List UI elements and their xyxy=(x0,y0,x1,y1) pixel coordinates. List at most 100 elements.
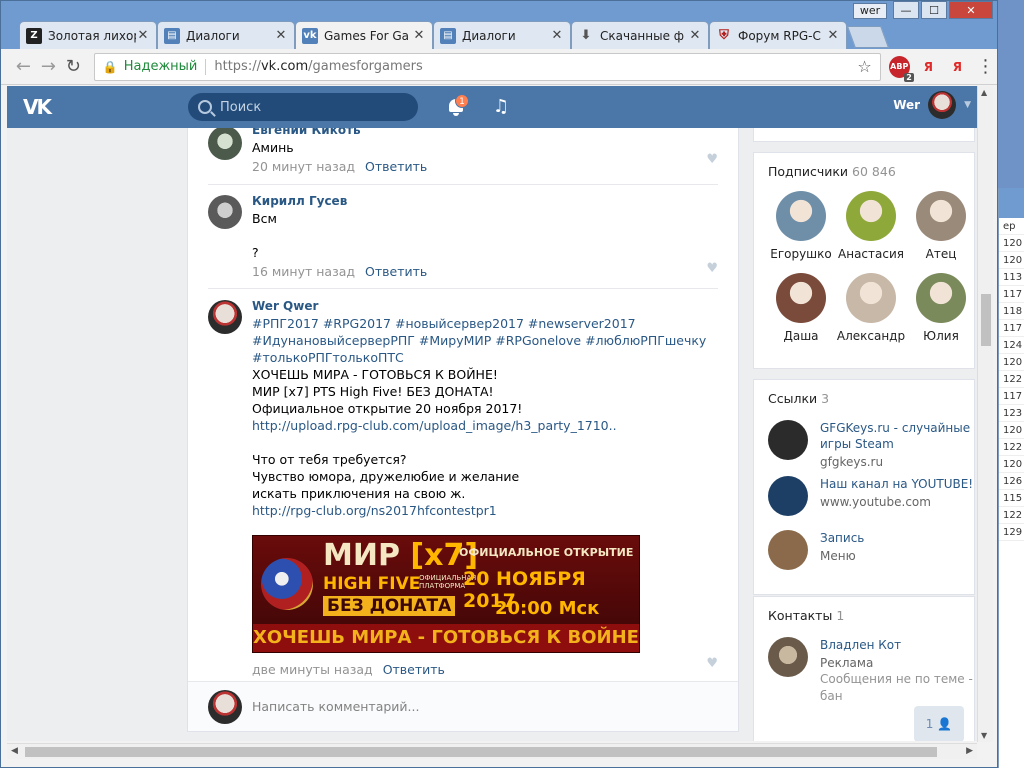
browser-tab[interactable]: vk Games For Ga ✕ xyxy=(295,21,433,49)
vk-search[interactable] xyxy=(188,93,418,121)
vk-logo[interactable]: VK xyxy=(23,95,59,119)
vertical-scrollbar[interactable]: ▲ ▼ xyxy=(977,86,993,742)
comment-link[interactable]: http://rpg-club.org/ns2017hfcontestpr1 xyxy=(252,503,497,518)
reload-button[interactable]: ↻ xyxy=(61,54,86,80)
subscriber-item[interactable]: Юлия xyxy=(906,273,976,343)
subscriber-item[interactable]: Даша xyxy=(766,273,836,343)
link-avatar xyxy=(768,530,808,570)
browser-tab[interactable]: ⛨ Форум RPG-C ✕ xyxy=(709,21,847,49)
like-heart-icon[interactable]: ♥ xyxy=(706,656,718,671)
hashtags[interactable]: #ИдунановыйсерверРПГ #МируМИР #RPGonelov… xyxy=(252,333,706,348)
browser-menu-icon[interactable]: ⋮ xyxy=(974,57,997,76)
background-number: 117 xyxy=(999,320,1024,337)
link-title[interactable]: Запись xyxy=(806,530,974,546)
banner-platform: ОФИЦИАЛЬНАЯ ПЛАТФОРМА xyxy=(419,574,477,590)
maximize-button[interactable]: ☐ xyxy=(921,1,947,19)
comment-avatar[interactable] xyxy=(208,300,242,334)
comment-link[interactable]: http://upload.rpg-club.com/upload_image/… xyxy=(252,418,617,433)
link-item[interactable]: Наш канал на YOUTUBE! www.youtube.com xyxy=(754,476,974,536)
close-icon[interactable]: ✕ xyxy=(136,28,150,43)
comment-time[interactable]: две минуты назад xyxy=(252,662,373,677)
browser-tab[interactable]: ▤ Диалоги ✕ xyxy=(433,21,571,49)
subscriber-name: Атец xyxy=(925,247,957,261)
comment-input[interactable] xyxy=(252,696,712,716)
contact-name[interactable]: Владлен Кот xyxy=(806,637,974,653)
reply-button[interactable]: Ответить xyxy=(365,264,427,279)
scroll-up-arrow-icon[interactable]: ▲ xyxy=(981,88,987,97)
profile-badge[interactable]: wer xyxy=(853,3,887,19)
comment-time[interactable]: 16 минут назад xyxy=(252,264,355,279)
background-window[interactable]: ер 120 120 113 117 118 117 124 120 122 117 123 120 12… xyxy=(998,188,1024,768)
comment-author[interactable]: Кирилл Гусев xyxy=(252,193,718,210)
minimize-button[interactable]: — xyxy=(893,1,919,19)
composer-avatar xyxy=(208,690,242,724)
subscriber-item[interactable]: Егорушко xyxy=(766,191,836,261)
browser-tab[interactable]: ⬇ Скачанные ф ✕ xyxy=(571,21,709,49)
subscriber-avatar xyxy=(916,273,966,323)
scroll-left-arrow-icon[interactable]: ◀ xyxy=(11,746,18,756)
background-number: 122 xyxy=(999,507,1024,524)
link-item[interactable]: GFGKeys.ru - случайные игры Steam gfgkeys… xyxy=(754,420,974,480)
link-title[interactable]: Наш канал на YOUTUBE! xyxy=(806,476,974,492)
close-window-button[interactable]: ✕ xyxy=(949,1,993,19)
subscriber-item[interactable]: Анастасия xyxy=(836,191,906,261)
background-number: 120 xyxy=(999,456,1024,473)
horizontal-scroll-thumb[interactable] xyxy=(25,747,937,757)
comment-author[interactable]: Евгений Кикоть xyxy=(252,128,718,139)
music-icon[interactable]: ♫ xyxy=(493,96,509,117)
z-icon: Z xyxy=(26,27,42,44)
person-icon: 👤 xyxy=(937,717,953,731)
link-item[interactable]: Запись Меню xyxy=(754,530,974,590)
back-button[interactable]: ← xyxy=(11,54,36,80)
comment-text: Что от тебя требуется? xyxy=(252,452,407,467)
background-number: 120 xyxy=(999,235,1024,252)
comment-time[interactable]: 20 минут назад xyxy=(252,159,355,174)
promo-banner-image[interactable]: МИР [x7] HIGH FIVE ОФИЦИАЛЬНАЯ ПЛАТФОРМА… xyxy=(252,535,640,653)
comment-composer xyxy=(188,681,738,731)
browser-tab[interactable]: Z Золотая лихор ✕ xyxy=(19,21,157,49)
bookmark-star-icon[interactable]: ☆ xyxy=(857,57,871,76)
yandex-extension-icon-2[interactable]: Я xyxy=(947,56,968,78)
hashtags[interactable]: #толькоРПГтолькоПТС xyxy=(252,350,404,365)
subscriber-item[interactable]: Атец xyxy=(906,191,976,261)
browser-tab[interactable]: ▤ Диалоги ✕ xyxy=(157,21,295,49)
background-number: 118 xyxy=(999,303,1024,320)
comment-author[interactable]: Wer Qwer xyxy=(252,298,718,315)
close-icon[interactable]: ✕ xyxy=(826,28,840,43)
user-menu[interactable]: Wer ▼ xyxy=(893,91,971,119)
close-icon[interactable]: ✕ xyxy=(688,28,702,43)
horizontal-scrollbar[interactable]: ◀ ▶ xyxy=(7,743,977,759)
comment-avatar[interactable] xyxy=(208,128,242,160)
contact-note: Сообщения не по теме - бан xyxy=(820,672,973,703)
contacts-header[interactable]: Контакты 1 xyxy=(754,597,974,623)
subscriber-item[interactable]: Александр xyxy=(836,273,906,343)
scroll-right-arrow-icon[interactable]: ▶ xyxy=(966,746,973,756)
search-input[interactable] xyxy=(220,99,400,115)
vertical-scroll-thumb[interactable] xyxy=(981,294,991,346)
scroll-down-arrow-icon[interactable]: ▼ xyxy=(981,731,987,740)
yandex-extension-icon[interactable]: Я xyxy=(918,56,939,78)
close-icon[interactable]: ✕ xyxy=(274,28,288,43)
forward-button[interactable]: → xyxy=(36,54,61,80)
subscriber-avatar xyxy=(916,191,966,241)
links-header[interactable]: Ссылки 3 xyxy=(754,380,974,406)
chat-button[interactable]: 1 👤 xyxy=(914,706,964,741)
secure-label: Надежный xyxy=(123,59,198,74)
subscribers-header[interactable]: Подписчики 60 846 xyxy=(754,153,974,179)
reply-button[interactable]: Ответить xyxy=(383,662,445,677)
new-tab-button[interactable] xyxy=(846,26,890,48)
tab-label: Скачанные ф xyxy=(600,28,685,43)
reply-button[interactable]: Ответить xyxy=(365,159,427,174)
hashtags[interactable]: #РПГ2017 #RPG2017 #новыйсервер2017 #news… xyxy=(252,316,636,331)
like-heart-icon[interactable]: ♥ xyxy=(706,261,718,276)
link-title[interactable]: GFGKeys.ru - случайные игры Steam xyxy=(806,420,974,452)
address-bar[interactable]: 🔒 Надежный https:// vk.com /gamesforgame… xyxy=(93,52,881,81)
comment-text: МИР [x7] PTS High Five! БЕЗ ДОНАТА! xyxy=(252,384,494,399)
adblock-extension-icon[interactable]: ABP 2 xyxy=(888,55,914,82)
close-icon[interactable]: ✕ xyxy=(550,28,564,43)
close-icon[interactable]: ✕ xyxy=(412,28,426,43)
url-host: vk.com xyxy=(260,59,309,74)
comment-avatar[interactable] xyxy=(208,195,242,229)
contact-item[interactable]: Владлен Кот Реклама Сообщения не по теме… xyxy=(754,637,974,703)
like-heart-icon[interactable]: ♥ xyxy=(706,152,718,167)
